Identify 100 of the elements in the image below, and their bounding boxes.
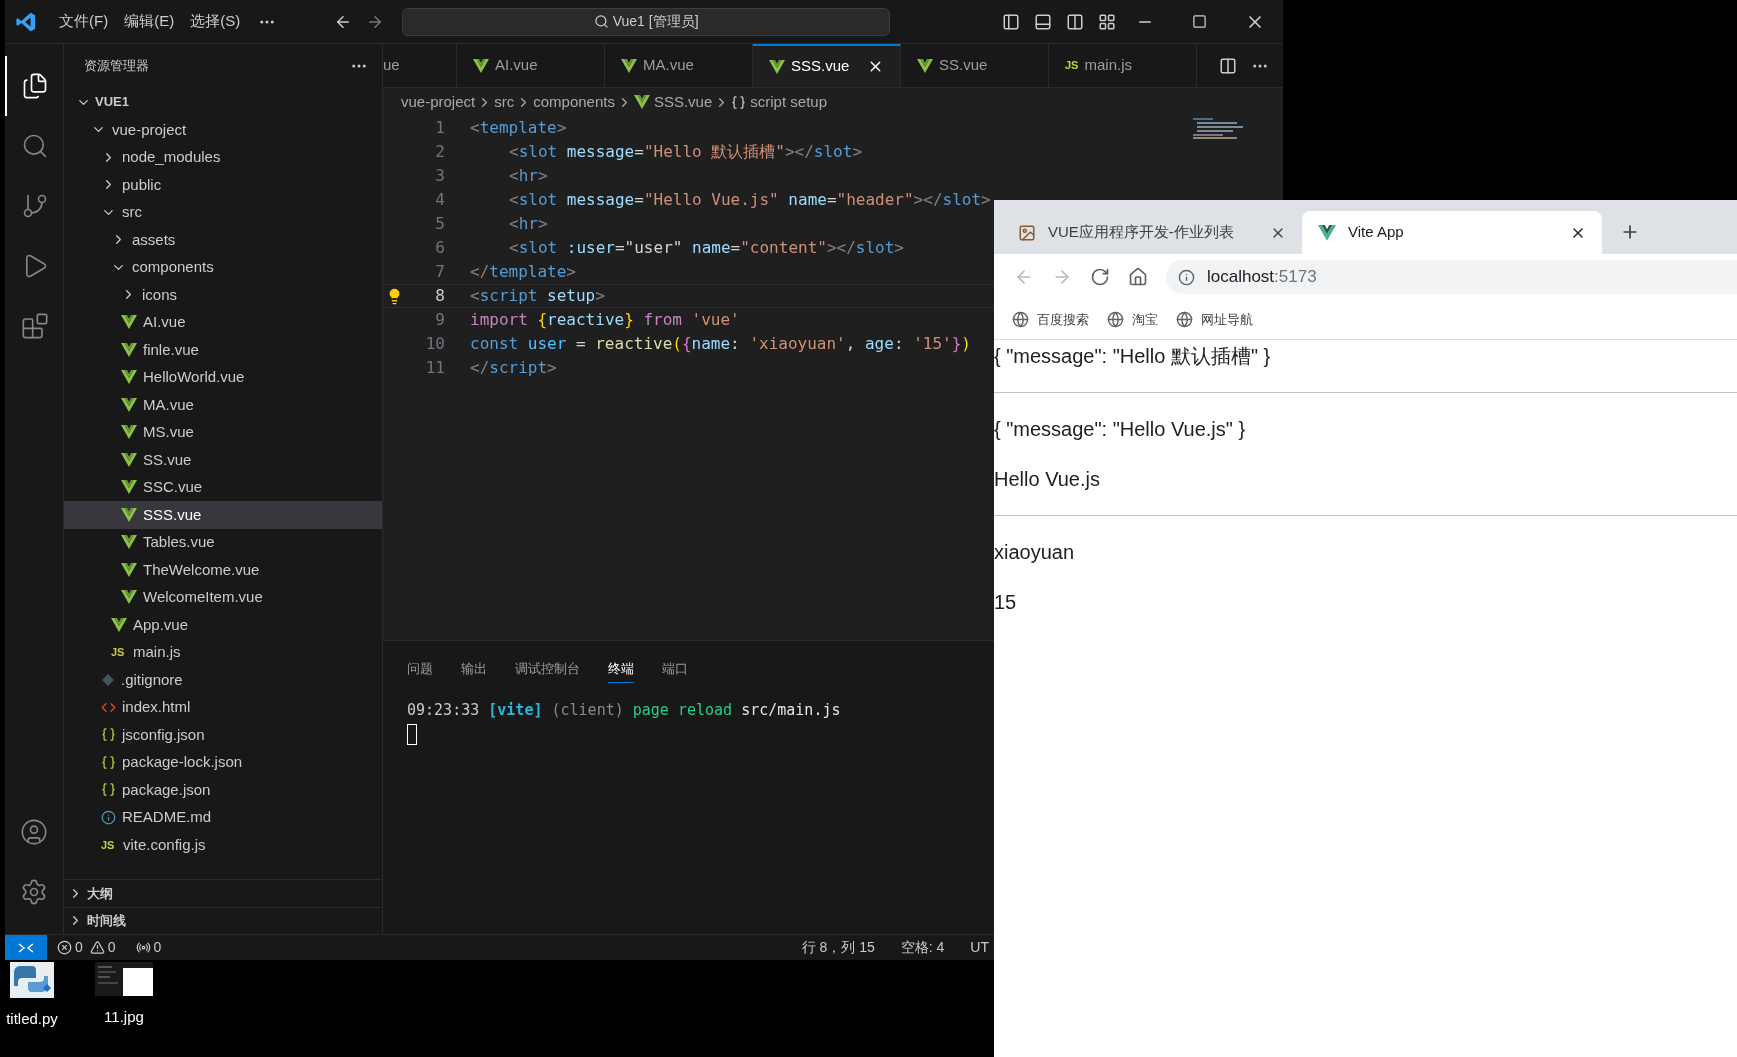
tree-item[interactable]: MA.vue [64, 391, 382, 419]
python-file-icon[interactable] [10, 962, 54, 998]
globe-icon [1176, 311, 1193, 328]
blocks-icon[interactable] [21, 312, 49, 340]
panel-tab[interactable]: 调试控制台 [515, 658, 580, 683]
js-icon: JS [101, 836, 117, 853]
ports-button[interactable]: 0 [135, 937, 162, 958]
search-icon[interactable] [21, 132, 49, 160]
home-icon[interactable] [1128, 267, 1148, 287]
bookmark[interactable]: 百度搜索 [1012, 309, 1089, 330]
encoding[interactable]: UT [970, 937, 989, 958]
page-text: { "message": "Hello 默认插槽" } [994, 344, 1271, 369]
indentation[interactable]: 空格: 4 [900, 937, 945, 958]
breadcrumb-item[interactable]: vue-project [401, 90, 476, 114]
cursor-position[interactable]: 行 8，列 15 [801, 937, 875, 958]
tree-item[interactable]: node_modules [64, 143, 382, 171]
tree-item[interactable]: package-lock.json [64, 748, 382, 776]
editor-tab[interactable]: JS main.js [1049, 44, 1197, 87]
menu-item[interactable]: 选择(S) [182, 10, 249, 33]
tree-item[interactable]: SSC.vue [64, 473, 382, 501]
panel-tab[interactable]: 端口 [662, 658, 688, 683]
problems-button[interactable]: 0 0 [57, 937, 116, 958]
tree-item[interactable]: AI.vue [64, 308, 382, 336]
account-icon[interactable] [20, 818, 48, 846]
panel-tab[interactable]: 输出 [461, 658, 487, 683]
panel-left-icon[interactable] [1002, 12, 1020, 31]
tree-item[interactable]: README.md [64, 803, 382, 831]
v-logo-icon [121, 342, 137, 357]
layout-icon[interactable] [1098, 12, 1116, 31]
address-bar[interactable]: localhost:5173 [1166, 260, 1737, 294]
line-number: 2 [434, 141, 445, 163]
files-icon[interactable] [21, 72, 49, 100]
tree-item[interactable]: components [64, 253, 382, 281]
breadcrumb-item[interactable]: script setup [731, 90, 827, 114]
image-icon [1018, 223, 1036, 242]
bookmark[interactable]: 网址导航 [1176, 309, 1253, 330]
code-line: <script setup> [470, 285, 605, 307]
tree-item[interactable]: MS.vue [64, 418, 382, 446]
code-line: <template> [470, 117, 567, 139]
tree-item[interactable]: vue-project [64, 116, 382, 144]
v-logo-icon [633, 95, 650, 109]
line-number: 3 [434, 165, 445, 187]
settings-icon[interactable] [20, 878, 48, 906]
tree-item[interactable]: src [64, 198, 382, 226]
desktop-icon-label[interactable]: 11.jpg [104, 1006, 144, 1029]
section-header[interactable]: 大纲 [64, 879, 382, 907]
branch-icon[interactable] [21, 192, 49, 220]
tree-item[interactable]: finle.vue [64, 336, 382, 364]
maximize-icon[interactable] [1192, 14, 1207, 29]
braces-icon [731, 94, 747, 110]
desktop-icon-label[interactable]: titled.py [6, 1008, 58, 1031]
v-logo-icon [621, 58, 637, 73]
breadcrumb-item[interactable]: components [533, 90, 615, 114]
info-icon [101, 809, 116, 825]
tree-item[interactable]: HelloWorld.vue [64, 363, 382, 391]
browser-tab[interactable]: VUE应用程序开发-作业列表 [1002, 211, 1302, 254]
section-header[interactable]: VUE1 [64, 88, 382, 116]
tree-item[interactable]: public [64, 171, 382, 199]
tree-item[interactable]: TheWelcome.vue [64, 556, 382, 584]
reload-icon[interactable] [1090, 267, 1110, 287]
remote-button[interactable] [5, 935, 47, 960]
panel-tab[interactable]: 问题 [407, 658, 433, 683]
panel-tab[interactable]: 终端 [608, 658, 634, 683]
tree-item[interactable]: assets [64, 226, 382, 254]
bookmark[interactable]: 淘宝 [1107, 309, 1158, 330]
tree-item[interactable]: JS main.js [64, 638, 382, 666]
editor-tab[interactable]: SSS.vue [753, 44, 901, 87]
command-center[interactable]: Vue1 [管理员] [402, 7, 891, 36]
page-text: { "message": "Hello Vue.js" } [994, 417, 1246, 442]
antenna-icon [135, 940, 151, 955]
tree-item[interactable]: jsconfig.json [64, 721, 382, 749]
code-line: </template> [470, 261, 576, 283]
diamond-icon [101, 672, 115, 687]
tree-item[interactable]: package.json [64, 776, 382, 804]
tree-item[interactable]: .gitignore [64, 666, 382, 694]
tree-item[interactable]: Tables.vue [64, 528, 382, 556]
tree-item[interactable]: icons [64, 281, 382, 309]
tree-item[interactable]: JS vite.config.js [64, 831, 382, 859]
breadcrumb-item[interactable]: SSS.vue [633, 90, 713, 114]
menu-item[interactable]: 文件(F) [51, 10, 117, 33]
tree-item[interactable]: SS.vue [64, 446, 382, 474]
split-icon[interactable] [1219, 56, 1237, 75]
menu-item[interactable]: 编辑(E) [116, 10, 183, 33]
browser-tab[interactable]: Vite App [1302, 211, 1602, 254]
panel-bottom-icon[interactable] [1034, 12, 1052, 31]
v-logo-icon [121, 562, 137, 577]
editor-tab[interactable]: SS.vue [901, 44, 1049, 87]
tree-item[interactable]: SSS.vue [64, 501, 382, 529]
breadcrumb-item[interactable]: src [494, 90, 515, 114]
tree-item[interactable]: WelcomeItem.vue [64, 583, 382, 611]
braces-icon [101, 727, 116, 743]
tree-item[interactable]: index.html [64, 693, 382, 721]
editor-tab[interactable]: AI.vue [457, 44, 605, 87]
split-icon[interactable] [1066, 12, 1084, 31]
tree-item[interactable]: App.vue [64, 611, 382, 639]
editor-tab[interactable]: ue [383, 44, 457, 87]
code-line: <hr> [509, 213, 548, 235]
braces-icon [101, 754, 116, 770]
line-number: 10 [424, 333, 445, 355]
warning-icon [89, 940, 105, 955]
